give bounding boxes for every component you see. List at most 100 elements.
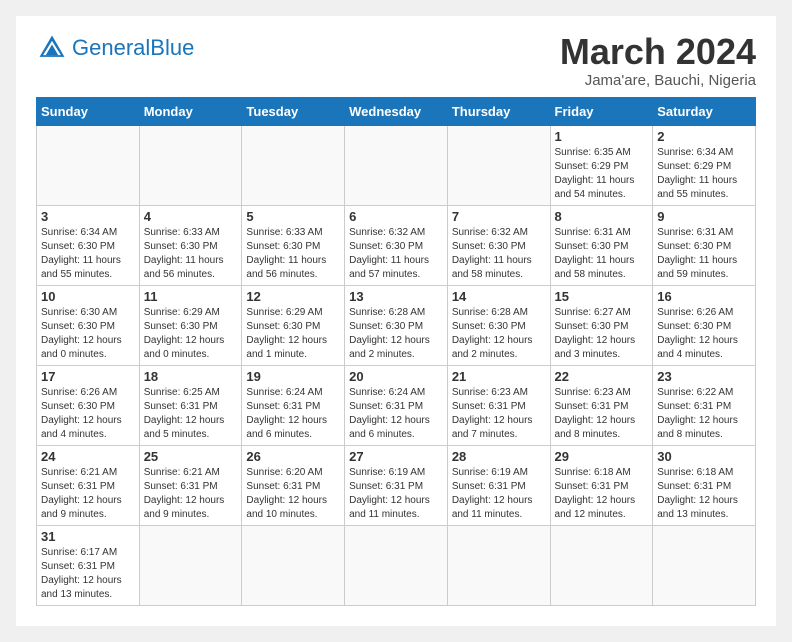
logo-text: GeneralBlue bbox=[72, 37, 194, 60]
day-number: 9 bbox=[657, 209, 751, 224]
title-block: March 2024 Jama'are, Bauchi, Nigeria bbox=[560, 32, 756, 89]
calendar-cell: 5 Sunrise: 6:33 AM Sunset: 6:30 PM Daylig… bbox=[242, 205, 345, 285]
day-info: Sunrise: 6:29 AM Sunset: 6:30 PM Dayligh… bbox=[144, 306, 238, 362]
calendar-cell: 30 Sunrise: 6:18 AM Sunset: 6:31 PM Dayli… bbox=[653, 445, 756, 525]
day-info: Sunrise: 6:25 AM Sunset: 6:31 PM Dayligh… bbox=[144, 386, 238, 442]
day-number: 12 bbox=[246, 289, 340, 304]
day-info: Sunrise: 6:19 AM Sunset: 6:31 PM Dayligh… bbox=[452, 466, 546, 522]
logo: GeneralBlue bbox=[36, 32, 194, 64]
day-info: Sunrise: 6:24 AM Sunset: 6:31 PM Dayligh… bbox=[349, 386, 443, 442]
calendar-cell: 3 Sunrise: 6:34 AM Sunset: 6:30 PM Daylig… bbox=[37, 205, 140, 285]
day-info: Sunrise: 6:23 AM Sunset: 6:31 PM Dayligh… bbox=[452, 386, 546, 442]
day-number: 17 bbox=[41, 369, 135, 384]
calendar-cell: 7 Sunrise: 6:32 AM Sunset: 6:30 PM Daylig… bbox=[447, 205, 550, 285]
calendar-week-4: 24Sunrise: 6:21 AM Sunset: 6:31 PM Dayli… bbox=[37, 445, 756, 525]
day-number: 5 bbox=[246, 209, 340, 224]
day-number: 8 bbox=[555, 209, 649, 224]
day-info: Sunrise: 6:31 AM Sunset: 6:30 PM Dayligh… bbox=[555, 226, 649, 282]
day-info: Sunrise: 6:26 AM Sunset: 6:30 PM Dayligh… bbox=[41, 386, 135, 442]
day-info: Sunrise: 6:31 AM Sunset: 6:30 PM Dayligh… bbox=[657, 226, 751, 282]
day-number: 21 bbox=[452, 369, 546, 384]
calendar-cell: 19 Sunrise: 6:24 AM Sunset: 6:31 PM Dayli… bbox=[242, 365, 345, 445]
calendar-cell: 6 Sunrise: 6:32 AM Sunset: 6:30 PM Daylig… bbox=[345, 205, 448, 285]
month-title: March 2024 bbox=[560, 32, 756, 72]
day-number: 1 bbox=[555, 129, 649, 144]
day-number: 22 bbox=[555, 369, 649, 384]
calendar-cell: 4Sunrise: 6:33 AM Sunset: 6:30 PM Daylig… bbox=[139, 205, 242, 285]
calendar-cell bbox=[653, 525, 756, 605]
day-info: Sunrise: 6:33 AM Sunset: 6:30 PM Dayligh… bbox=[246, 226, 340, 282]
header: GeneralBlue March 2024 Jama'are, Bauchi,… bbox=[36, 32, 756, 89]
calendar-cell: 23Sunrise: 6:22 AM Sunset: 6:31 PM Dayli… bbox=[653, 365, 756, 445]
day-number: 24 bbox=[41, 449, 135, 464]
calendar-cell: 15 Sunrise: 6:27 AM Sunset: 6:30 PM Dayli… bbox=[550, 285, 653, 365]
calendar-cell: 24Sunrise: 6:21 AM Sunset: 6:31 PM Dayli… bbox=[37, 445, 140, 525]
calendar-cell: 8 Sunrise: 6:31 AM Sunset: 6:30 PM Daylig… bbox=[550, 205, 653, 285]
calendar-cell: 25Sunrise: 6:21 AM Sunset: 6:31 PM Dayli… bbox=[139, 445, 242, 525]
calendar-cell: 29 Sunrise: 6:18 AM Sunset: 6:31 PM Dayli… bbox=[550, 445, 653, 525]
calendar-cell bbox=[345, 525, 448, 605]
calendar-header-row: SundayMondayTuesdayWednesdayThursdayFrid… bbox=[37, 97, 756, 125]
calendar-cell: 17 Sunrise: 6:26 AM Sunset: 6:30 PM Dayli… bbox=[37, 365, 140, 445]
day-info: Sunrise: 6:26 AM Sunset: 6:30 PM Dayligh… bbox=[657, 306, 751, 362]
day-info: Sunrise: 6:35 AM Sunset: 6:29 PM Dayligh… bbox=[555, 146, 649, 202]
day-number: 14 bbox=[452, 289, 546, 304]
day-number: 31 bbox=[41, 529, 135, 544]
day-info: Sunrise: 6:32 AM Sunset: 6:30 PM Dayligh… bbox=[452, 226, 546, 282]
day-number: 7 bbox=[452, 209, 546, 224]
day-info: Sunrise: 6:28 AM Sunset: 6:30 PM Dayligh… bbox=[452, 306, 546, 362]
col-header-thursday: Thursday bbox=[447, 97, 550, 125]
day-number: 2 bbox=[657, 129, 751, 144]
day-info: Sunrise: 6:20 AM Sunset: 6:31 PM Dayligh… bbox=[246, 466, 340, 522]
day-number: 6 bbox=[349, 209, 443, 224]
calendar-cell: 14 Sunrise: 6:28 AM Sunset: 6:30 PM Dayli… bbox=[447, 285, 550, 365]
day-number: 20 bbox=[349, 369, 443, 384]
day-info: Sunrise: 6:29 AM Sunset: 6:30 PM Dayligh… bbox=[246, 306, 340, 362]
day-info: Sunrise: 6:17 AM Sunset: 6:31 PM Dayligh… bbox=[41, 546, 135, 602]
day-info: Sunrise: 6:18 AM Sunset: 6:31 PM Dayligh… bbox=[657, 466, 751, 522]
calendar-cell bbox=[447, 525, 550, 605]
calendar-cell bbox=[37, 125, 140, 205]
calendar-cell: 12 Sunrise: 6:29 AM Sunset: 6:30 PM Dayli… bbox=[242, 285, 345, 365]
day-number: 15 bbox=[555, 289, 649, 304]
day-info: Sunrise: 6:28 AM Sunset: 6:30 PM Dayligh… bbox=[349, 306, 443, 362]
col-header-friday: Friday bbox=[550, 97, 653, 125]
calendar-table: SundayMondayTuesdayWednesdayThursdayFrid… bbox=[36, 97, 756, 606]
calendar-week-1: 3 Sunrise: 6:34 AM Sunset: 6:30 PM Daylig… bbox=[37, 205, 756, 285]
calendar-cell: 20 Sunrise: 6:24 AM Sunset: 6:31 PM Dayli… bbox=[345, 365, 448, 445]
day-number: 3 bbox=[41, 209, 135, 224]
day-number: 23 bbox=[657, 369, 751, 384]
day-number: 25 bbox=[144, 449, 238, 464]
calendar-week-0: 1 Sunrise: 6:35 AM Sunset: 6:29 PM Daylig… bbox=[37, 125, 756, 205]
day-number: 30 bbox=[657, 449, 751, 464]
calendar-week-5: 31 Sunrise: 6:17 AM Sunset: 6:31 PM Dayli… bbox=[37, 525, 756, 605]
location: Jama'are, Bauchi, Nigeria bbox=[560, 72, 756, 89]
calendar-week-2: 10Sunrise: 6:30 AM Sunset: 6:30 PM Dayli… bbox=[37, 285, 756, 365]
day-number: 18 bbox=[144, 369, 238, 384]
day-info: Sunrise: 6:27 AM Sunset: 6:30 PM Dayligh… bbox=[555, 306, 649, 362]
day-info: Sunrise: 6:33 AM Sunset: 6:30 PM Dayligh… bbox=[144, 226, 238, 282]
day-info: Sunrise: 6:32 AM Sunset: 6:30 PM Dayligh… bbox=[349, 226, 443, 282]
calendar-cell: 26 Sunrise: 6:20 AM Sunset: 6:31 PM Dayli… bbox=[242, 445, 345, 525]
col-header-monday: Monday bbox=[139, 97, 242, 125]
calendar-cell: 9 Sunrise: 6:31 AM Sunset: 6:30 PM Daylig… bbox=[653, 205, 756, 285]
day-info: Sunrise: 6:34 AM Sunset: 6:30 PM Dayligh… bbox=[41, 226, 135, 282]
day-number: 19 bbox=[246, 369, 340, 384]
day-number: 27 bbox=[349, 449, 443, 464]
day-number: 29 bbox=[555, 449, 649, 464]
day-info: Sunrise: 6:18 AM Sunset: 6:31 PM Dayligh… bbox=[555, 466, 649, 522]
calendar-cell: 21 Sunrise: 6:23 AM Sunset: 6:31 PM Dayli… bbox=[447, 365, 550, 445]
day-info: Sunrise: 6:30 AM Sunset: 6:30 PM Dayligh… bbox=[41, 306, 135, 362]
calendar-cell bbox=[139, 525, 242, 605]
calendar-cell: 28Sunrise: 6:19 AM Sunset: 6:31 PM Dayli… bbox=[447, 445, 550, 525]
calendar-cell: 11 Sunrise: 6:29 AM Sunset: 6:30 PM Dayli… bbox=[139, 285, 242, 365]
day-number: 16 bbox=[657, 289, 751, 304]
calendar-cell: 31 Sunrise: 6:17 AM Sunset: 6:31 PM Dayli… bbox=[37, 525, 140, 605]
day-number: 26 bbox=[246, 449, 340, 464]
day-info: Sunrise: 6:19 AM Sunset: 6:31 PM Dayligh… bbox=[349, 466, 443, 522]
calendar-cell: 27 Sunrise: 6:19 AM Sunset: 6:31 PM Dayli… bbox=[345, 445, 448, 525]
col-header-wednesday: Wednesday bbox=[345, 97, 448, 125]
calendar-cell bbox=[242, 525, 345, 605]
day-number: 11 bbox=[144, 289, 238, 304]
day-info: Sunrise: 6:24 AM Sunset: 6:31 PM Dayligh… bbox=[246, 386, 340, 442]
